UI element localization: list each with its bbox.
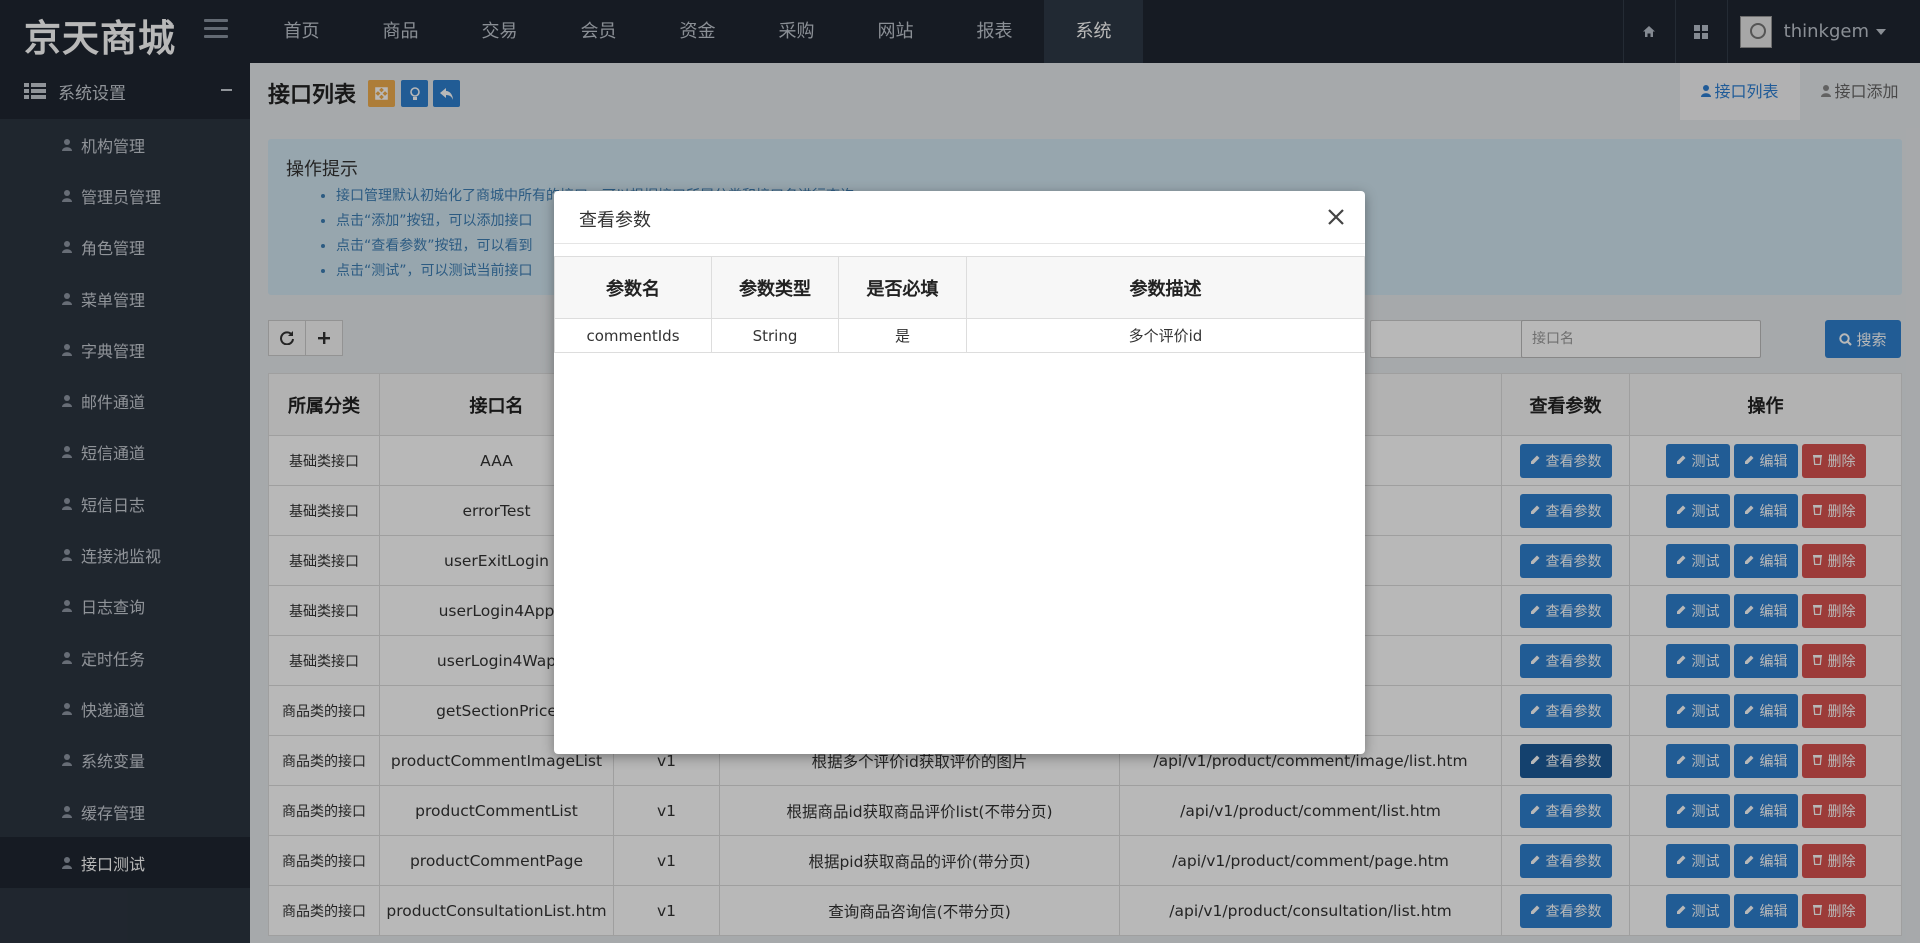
param-required: 是	[838, 318, 967, 353]
params-table: 参数名 参数类型 是否必填 参数描述 commentIds String 是 多…	[554, 256, 1365, 353]
table-row: commentIds String 是 多个评价id	[554, 318, 1365, 353]
modal-title: 查看参数	[579, 210, 651, 231]
close-icon[interactable]	[1325, 206, 1347, 228]
param-type: String	[711, 318, 839, 353]
column-header: 参数描述	[966, 256, 1365, 319]
param-name: commentIds	[554, 318, 712, 353]
param-desc: 多个评价id	[966, 318, 1365, 353]
column-header: 参数类型	[711, 256, 839, 319]
column-header: 参数名	[554, 256, 712, 319]
column-header: 是否必填	[838, 256, 967, 319]
modal-header: 查看参数	[554, 191, 1365, 244]
params-modal: 查看参数 参数名 参数类型 是否必填 参数描述 commentIds Strin…	[554, 191, 1365, 754]
